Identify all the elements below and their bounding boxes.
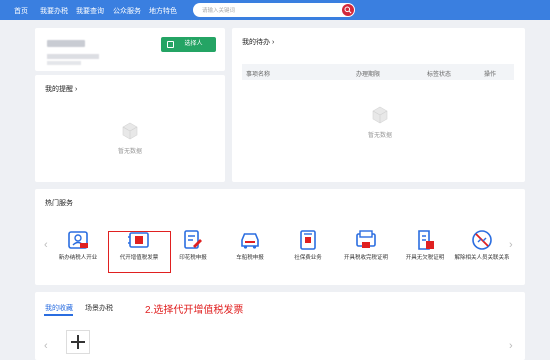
unlink-icon [472,230,492,250]
col-action: 操作 [484,72,497,78]
switch-person-label: 选择人 [184,41,203,47]
highlight-box [108,231,171,273]
no-arrears-icon [418,230,434,250]
service-label: 印花税申报 [179,255,207,261]
switch-person-button[interactable]: 选择人 [161,37,216,52]
add-favorite-button[interactable] [66,330,90,354]
service-social-security[interactable]: 社保费业务 [279,228,337,262]
person-icon [167,41,174,48]
tab-scenario[interactable]: 场景办税 [85,303,113,313]
car-icon [241,233,259,249]
service-stamp-duty[interactable]: 印花税申报 [164,228,222,262]
todos-title[interactable]: 我的待办 › [242,37,274,47]
service-label: 开具无欠税证明 [405,255,445,261]
service-label: 开具税收完税证明 [343,255,388,261]
tax-certificate-icon [356,230,376,248]
instruction-annotation: 2.选择代开增值税发票 [145,305,244,316]
user-card: 选择人 [35,28,225,71]
service-no-arrears-certificate[interactable]: 开具无欠税证明 [396,228,454,262]
reminders-title[interactable]: 我的提醒 › [45,84,77,94]
reminders-empty-text: 暂无数据 [117,149,142,155]
nav-public-service[interactable]: 公众服务 [113,6,141,16]
nav-query[interactable]: 我要查询 [76,6,104,16]
tab-favorites[interactable]: 我的收藏 [45,303,73,313]
col-item-name: 事项名称 [246,72,271,78]
nav-local-features[interactable]: 地方特色 [149,6,177,16]
search-input[interactable]: 请输入关键词 [202,6,235,14]
col-deadline: 办理期限 [356,72,381,78]
todos-card: 我的待办 › 事项名称 办理期限 标签状态 操作 暂无数据 [232,28,525,182]
service-label: 解除相关人员关联关系 [454,255,510,261]
service-vehicle-tax[interactable]: 车船税申报 [221,228,279,262]
active-tab-indicator [44,314,73,316]
service-unlink-relation[interactable]: 解除相关人员关联关系 [453,228,511,262]
empty-box-icon [122,122,138,140]
next-arrow-icon[interactable]: › [509,340,513,352]
user-info-blurred [47,54,99,59]
prev-arrow-icon[interactable]: ‹ [44,239,48,251]
todos-table-header: 事项名称 办理期限 标签状态 操作 [242,64,514,80]
id-card-icon [68,231,88,249]
todos-empty: 暂无数据 [350,106,410,139]
empty-box-icon [372,106,388,124]
service-tax-payment-certificate[interactable]: 开具税收完税证明 [337,228,395,262]
prev-arrow-icon[interactable]: ‹ [44,340,48,352]
hot-services-title: 热门服务 [45,200,73,207]
service-label: 车船税申报 [236,255,264,261]
nav-tax-handling[interactable]: 我要办税 [40,6,68,16]
service-label: 社保费业务 [294,255,322,261]
social-security-icon [300,230,316,250]
search-box[interactable]: 请输入关键词 [193,3,355,17]
stamp-icon [184,230,202,249]
service-label: 新办纳税人开业 [58,255,98,261]
todos-empty-text: 暂无数据 [367,133,392,139]
user-name-blurred [47,40,85,47]
top-nav-bar: 首页 我要办税 我要查询 公众服务 地方特色 请输入关键词 [0,0,550,20]
plus-icon [71,335,85,349]
search-button[interactable] [342,4,354,16]
col-tag-status: 标签状态 [427,72,452,78]
user-extra-blurred [47,61,81,65]
nav-home[interactable]: 首页 [14,6,28,16]
search-icon [344,6,352,14]
reminders-empty: 暂无数据 [100,122,160,155]
reminders-card: 我的提醒 › 暂无数据 [35,75,225,182]
service-new-taxpayer[interactable]: 新办纳税人开业 [49,228,107,262]
